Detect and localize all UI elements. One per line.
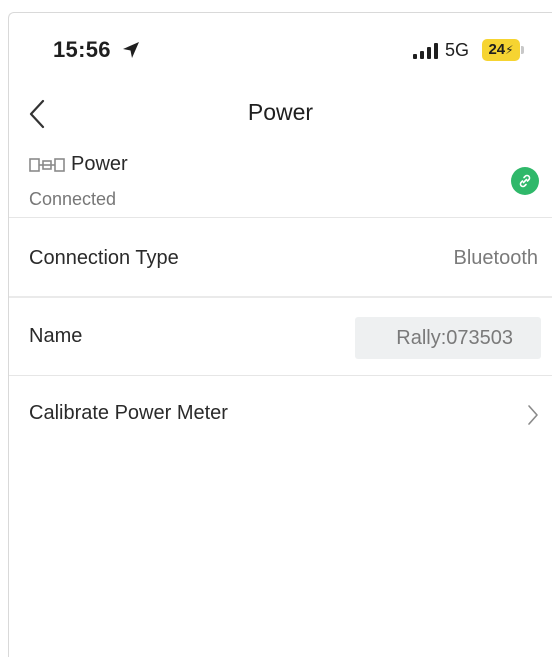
name-label: Name xyxy=(29,325,83,347)
connection-status: Connected xyxy=(29,189,117,209)
device-name-input[interactable]: Rally:073503 xyxy=(355,317,541,359)
device-name: Power xyxy=(71,153,128,175)
status-time: 15:56 xyxy=(53,37,111,62)
battery-indicator: 24⚡ xyxy=(482,39,520,61)
link-icon xyxy=(519,174,531,188)
connection-type-row: Connection Type Bluetooth xyxy=(9,221,552,297)
chevron-right-icon xyxy=(528,405,538,425)
battery-level: 24 xyxy=(488,41,506,58)
signal-bars-icon xyxy=(413,43,438,59)
location-arrow-icon xyxy=(123,42,139,58)
battery-tip xyxy=(521,46,524,54)
nav-bar: Power xyxy=(9,87,552,139)
charging-bolt-icon: ⚡ xyxy=(505,43,514,57)
network-type: 5G xyxy=(445,40,470,60)
device-header: Power Connected xyxy=(9,149,552,219)
calibrate-power-meter-row[interactable]: Calibrate Power Meter xyxy=(9,376,552,452)
name-row: Name Rally:073503 xyxy=(9,299,552,375)
status-bar: 15:56 5G 24⚡ xyxy=(9,13,552,87)
connection-type-value: Bluetooth xyxy=(453,247,538,269)
divider xyxy=(9,296,552,298)
power-meter-icon xyxy=(29,158,65,172)
app-screen: 15:56 5G 24⚡ Power Power Connected Conne… xyxy=(8,12,552,657)
connection-type-label: Connection Type xyxy=(29,247,179,269)
page-title: Power xyxy=(247,99,314,125)
divider xyxy=(9,217,552,218)
connected-link-badge[interactable] xyxy=(511,167,539,195)
calibrate-label: Calibrate Power Meter xyxy=(29,402,228,424)
